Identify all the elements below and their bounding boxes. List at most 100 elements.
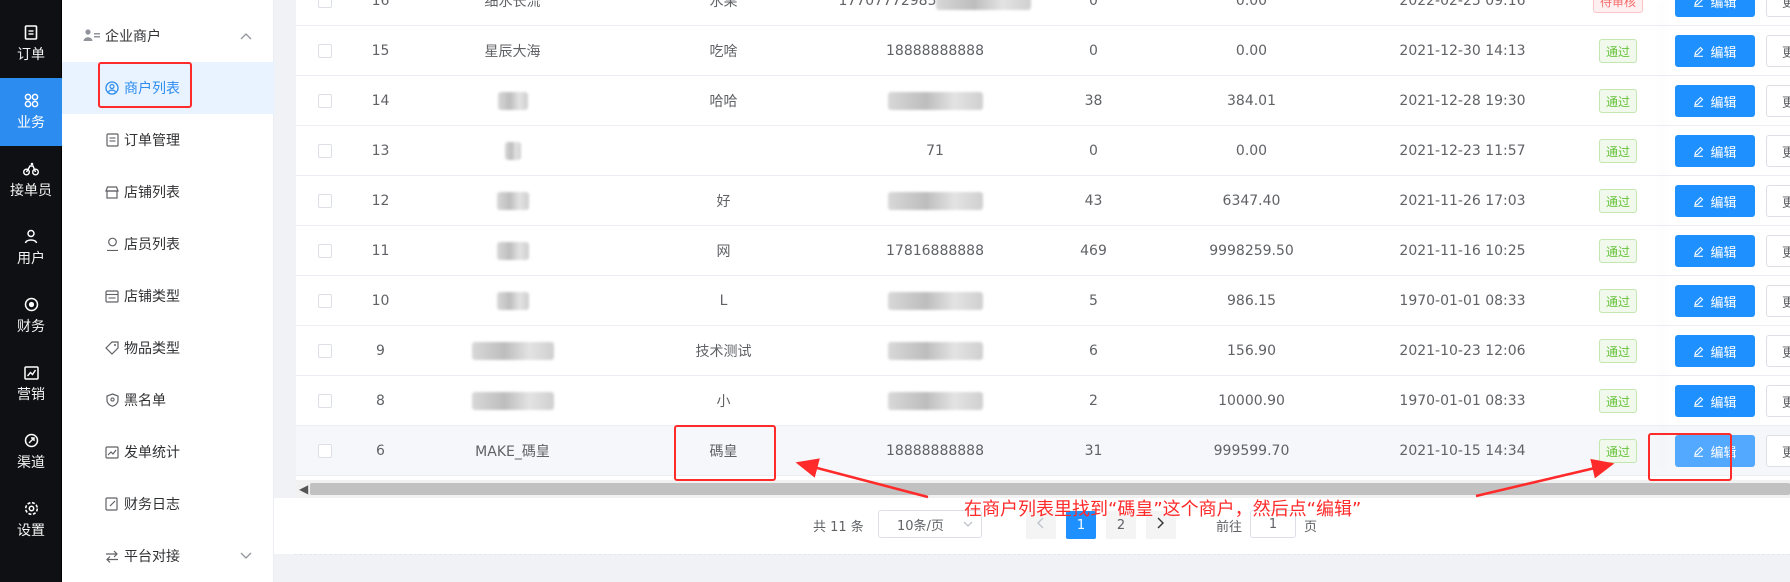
redacted-blur [887, 192, 983, 210]
cell-merchant-name [407, 376, 618, 426]
submenu-item-label: 店员列表 [124, 237, 180, 253]
cell-id: 15 [371, 43, 390, 59]
rail-item-orders[interactable]: 订单 [0, 10, 62, 78]
cell-phone [829, 276, 1041, 326]
cell-order-count: 469 [1080, 243, 1107, 259]
cell-id: 10 [371, 293, 390, 309]
redacted-blur [497, 92, 528, 110]
cell-created-time: 1970-01-01 08:33 [1399, 393, 1526, 409]
chart-icon [104, 444, 120, 460]
redacted-blur [504, 142, 521, 160]
submenu-item-label: 店铺类型 [124, 289, 180, 305]
settings-icon [23, 501, 39, 517]
document-icon [104, 132, 120, 148]
rail-item-settings[interactable]: 设置 [0, 486, 62, 554]
redacted-blur [496, 192, 529, 210]
redacted-blur [496, 242, 529, 260]
cell-order-count: 0 [1089, 143, 1098, 159]
rail-item-label: 接单员 [10, 182, 52, 199]
submenu-item-finance-log[interactable]: 财务日志 [62, 478, 274, 530]
more-button[interactable]: 更多 [1766, 385, 1790, 417]
cell-phone: 17816888888 [886, 243, 984, 259]
rail-item-users[interactable]: 用户 [0, 214, 62, 282]
submenu-item-order-stats[interactable]: 发单统计 [62, 426, 274, 478]
edit-button[interactable]: 编辑 [1675, 285, 1755, 317]
rail-item-channels[interactable]: 渠道 [0, 418, 62, 486]
cell-amount: 6347.40 [1222, 193, 1281, 209]
more-button[interactable]: 更多 [1766, 335, 1790, 367]
more-button[interactable]: 更多 [1766, 135, 1790, 167]
edit-button[interactable]: 编辑 [1675, 185, 1755, 217]
status-badge: 通过 [1598, 339, 1637, 363]
cell-short-name: 小 [716, 394, 731, 410]
cell-phone: 17707772985 [829, 0, 1041, 26]
row-checkbox[interactable] [318, 0, 332, 8]
row-checkbox[interactable] [318, 444, 332, 458]
more-button[interactable]: 更多 [1766, 185, 1790, 217]
rail-item-label: 财务 [17, 318, 45, 335]
table-row: 12 好 43 6347.40 2021-11-26 17:03 通过 编辑更多 [296, 176, 1790, 226]
more-button[interactable]: 更多 [1766, 35, 1790, 67]
more-button[interactable]: 更多 [1766, 0, 1790, 17]
cell-merchant-name [407, 326, 618, 376]
more-button[interactable]: 更多 [1766, 285, 1790, 317]
edit-button[interactable]: 编辑 [1675, 435, 1755, 467]
cell-amount: 9998259.50 [1209, 243, 1294, 259]
edit-button[interactable]: 编辑 [1675, 335, 1755, 367]
cell-short-name: 碼皇 [709, 444, 738, 460]
rail-item-riders[interactable]: 接单员 [0, 146, 62, 214]
row-checkbox[interactable] [318, 194, 332, 208]
row-checkbox[interactable] [318, 144, 332, 158]
submenu-item-clerk-list[interactable]: 店员列表 [62, 218, 274, 270]
submenu-item-goods-type[interactable]: 物品类型 [62, 322, 274, 374]
status-badge: 通过 [1598, 139, 1637, 163]
redacted-blur [887, 292, 983, 310]
row-checkbox[interactable] [318, 394, 332, 408]
app-window: 订单 业务 接单员 用户 财务 营销 渠道 设置 企业商户 商户列表 订单管理 … [0, 0, 1790, 582]
submenu-item-store-type[interactable]: 店铺类型 [62, 270, 274, 322]
row-checkbox[interactable] [318, 244, 332, 258]
rail-item-business[interactable]: 业务 [0, 78, 62, 146]
more-button[interactable]: 更多 [1766, 435, 1790, 467]
submenu-item-store-list[interactable]: 店铺列表 [62, 166, 274, 218]
cell-amount: 10000.90 [1218, 393, 1285, 409]
status-badge: 通过 [1598, 239, 1637, 263]
submenu-item-label: 发单统计 [124, 445, 180, 461]
cell-order-count: 6 [1089, 343, 1098, 359]
cell-id: 14 [371, 93, 390, 109]
edit-button[interactable]: 编辑 [1675, 385, 1755, 417]
edit-button[interactable]: 编辑 [1675, 135, 1755, 167]
more-button[interactable]: 更多 [1766, 85, 1790, 117]
pencil-icon [1694, 446, 1704, 457]
rail-item-finance[interactable]: 财务 [0, 282, 62, 350]
scroll-left-icon[interactable]: ◀ [299, 482, 308, 496]
submenu-group-label: 企业商户 [105, 29, 161, 45]
submenu-item-platform-docking[interactable]: 平台对接 [62, 530, 274, 582]
rail-item-marketing[interactable]: 营销 [0, 350, 62, 418]
row-checkbox[interactable] [318, 294, 332, 308]
cell-created-time: 2021-11-26 17:03 [1399, 193, 1526, 209]
swap-icon [104, 548, 120, 564]
scrollbar-thumb[interactable] [310, 483, 1790, 495]
submenu-item-order-management[interactable]: 订单管理 [62, 114, 274, 166]
edit-button[interactable]: 编辑 [1675, 0, 1755, 17]
submenu-item-merchant-list[interactable]: 商户列表 [62, 62, 274, 114]
submenu-item-label: 物品类型 [124, 341, 180, 357]
submenu-item-label: 商户列表 [124, 81, 180, 97]
row-checkbox[interactable] [318, 344, 332, 358]
cell-amount: 0.00 [1235, 143, 1268, 159]
submenu-group-enterprise-merchant[interactable]: 企业商户 [62, 14, 274, 58]
cell-amount: 384.01 [1227, 93, 1276, 109]
pencil-icon [1694, 296, 1704, 307]
channel-icon [23, 433, 39, 449]
submenu-item-blacklist[interactable]: 黑名单 [62, 374, 274, 426]
row-checkbox[interactable] [318, 94, 332, 108]
edit-button[interactable]: 编辑 [1675, 235, 1755, 267]
cell-merchant-name [407, 76, 618, 126]
rail-item-label: 渠道 [17, 454, 45, 471]
cell-amount: 0.00 [1235, 43, 1268, 59]
more-button[interactable]: 更多 [1766, 235, 1790, 267]
edit-button[interactable]: 编辑 [1675, 35, 1755, 67]
edit-button[interactable]: 编辑 [1675, 85, 1755, 117]
row-checkbox[interactable] [318, 44, 332, 58]
